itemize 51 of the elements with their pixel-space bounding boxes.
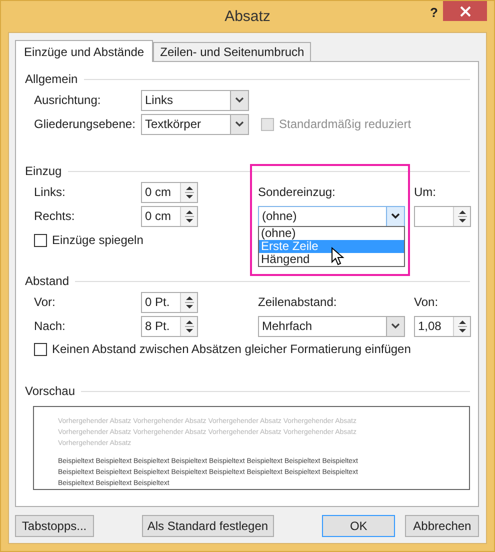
field-label: Links: bbox=[34, 185, 66, 199]
section-heading: Vorschau bbox=[25, 384, 76, 398]
space-after-spinner[interactable]: 8 Pt. bbox=[141, 316, 198, 336]
dialog-button[interactable]: Abbrechen bbox=[405, 515, 479, 537]
spinner-arrows-icon bbox=[458, 318, 466, 334]
chevron-down-icon bbox=[391, 213, 400, 219]
space-before-spinner[interactable]: 0 Pt. bbox=[141, 292, 198, 312]
outline-level-dropdown[interactable]: Textkörper bbox=[141, 114, 249, 134]
field-label: Sondereinzug: bbox=[258, 185, 336, 199]
indent-by-spinner[interactable] bbox=[414, 206, 471, 226]
special-indent-dropdown[interactable]: (ohne) bbox=[258, 206, 405, 226]
checkbox-label: Einzüge spiegeln bbox=[52, 233, 144, 247]
line-spacing-at-spinner[interactable]: 1,08 bbox=[414, 316, 471, 336]
field-label: Gliederungsebene: bbox=[34, 117, 136, 131]
close-button[interactable] bbox=[443, 1, 487, 21]
field-label: Rechts: bbox=[34, 209, 76, 223]
window-title: Absatz bbox=[224, 7, 270, 27]
section-heading: Allgemein bbox=[25, 72, 78, 86]
help-button[interactable]: ? bbox=[424, 3, 444, 22]
section-heading: Einzug bbox=[25, 164, 62, 178]
dialog-button[interactable]: Tabstopps... bbox=[15, 515, 94, 537]
dialog-button[interactable]: Als Standard festlegen bbox=[142, 515, 274, 537]
field-label: Nach: bbox=[34, 319, 66, 333]
chevron-down-icon bbox=[391, 323, 400, 329]
section-heading: Abstand bbox=[25, 274, 70, 288]
alignment-dropdown[interactable]: Links bbox=[141, 90, 249, 110]
spinner-arrows-icon bbox=[184, 184, 194, 200]
dialog-button[interactable]: OK bbox=[322, 515, 396, 537]
checkbox[interactable] bbox=[34, 234, 47, 246]
dropdown-option[interactable]: (ohne) bbox=[259, 227, 404, 240]
right-indent-spinner[interactable]: 0 cm bbox=[141, 206, 198, 226]
field-label: Zeilenabstand: bbox=[258, 295, 337, 309]
field-label: Von: bbox=[414, 295, 438, 309]
dropdown-option[interactable]: Hängend bbox=[259, 253, 404, 266]
close-icon bbox=[460, 6, 470, 16]
spinner-arrows-icon bbox=[458, 208, 466, 224]
tab[interactable]: Zeilen- und Seitenumbruch bbox=[153, 42, 312, 61]
tab[interactable]: Einzüge und Abstände bbox=[15, 40, 154, 62]
chevron-down-icon bbox=[235, 121, 244, 127]
chevron-down-icon bbox=[235, 97, 244, 103]
field-label: Vor: bbox=[34, 295, 56, 309]
left-indent-spinner[interactable]: 0 cm bbox=[141, 182, 198, 202]
spinner-arrows-icon bbox=[184, 318, 194, 334]
field-label: Ausrichtung: bbox=[34, 93, 102, 107]
spinner-arrows-icon bbox=[184, 208, 194, 224]
field-label: Um: bbox=[414, 185, 436, 199]
checkbox-label: Keinen Abstand zwischen Absätzen gleicher Formatierung einfügen bbox=[52, 342, 411, 356]
line-spacing-dropdown[interactable]: Mehrfach bbox=[258, 316, 405, 336]
checkbox[interactable] bbox=[34, 342, 47, 356]
checkbox-label: Standardmäßig reduziert bbox=[279, 117, 412, 131]
spinner-arrows-icon bbox=[184, 294, 194, 310]
